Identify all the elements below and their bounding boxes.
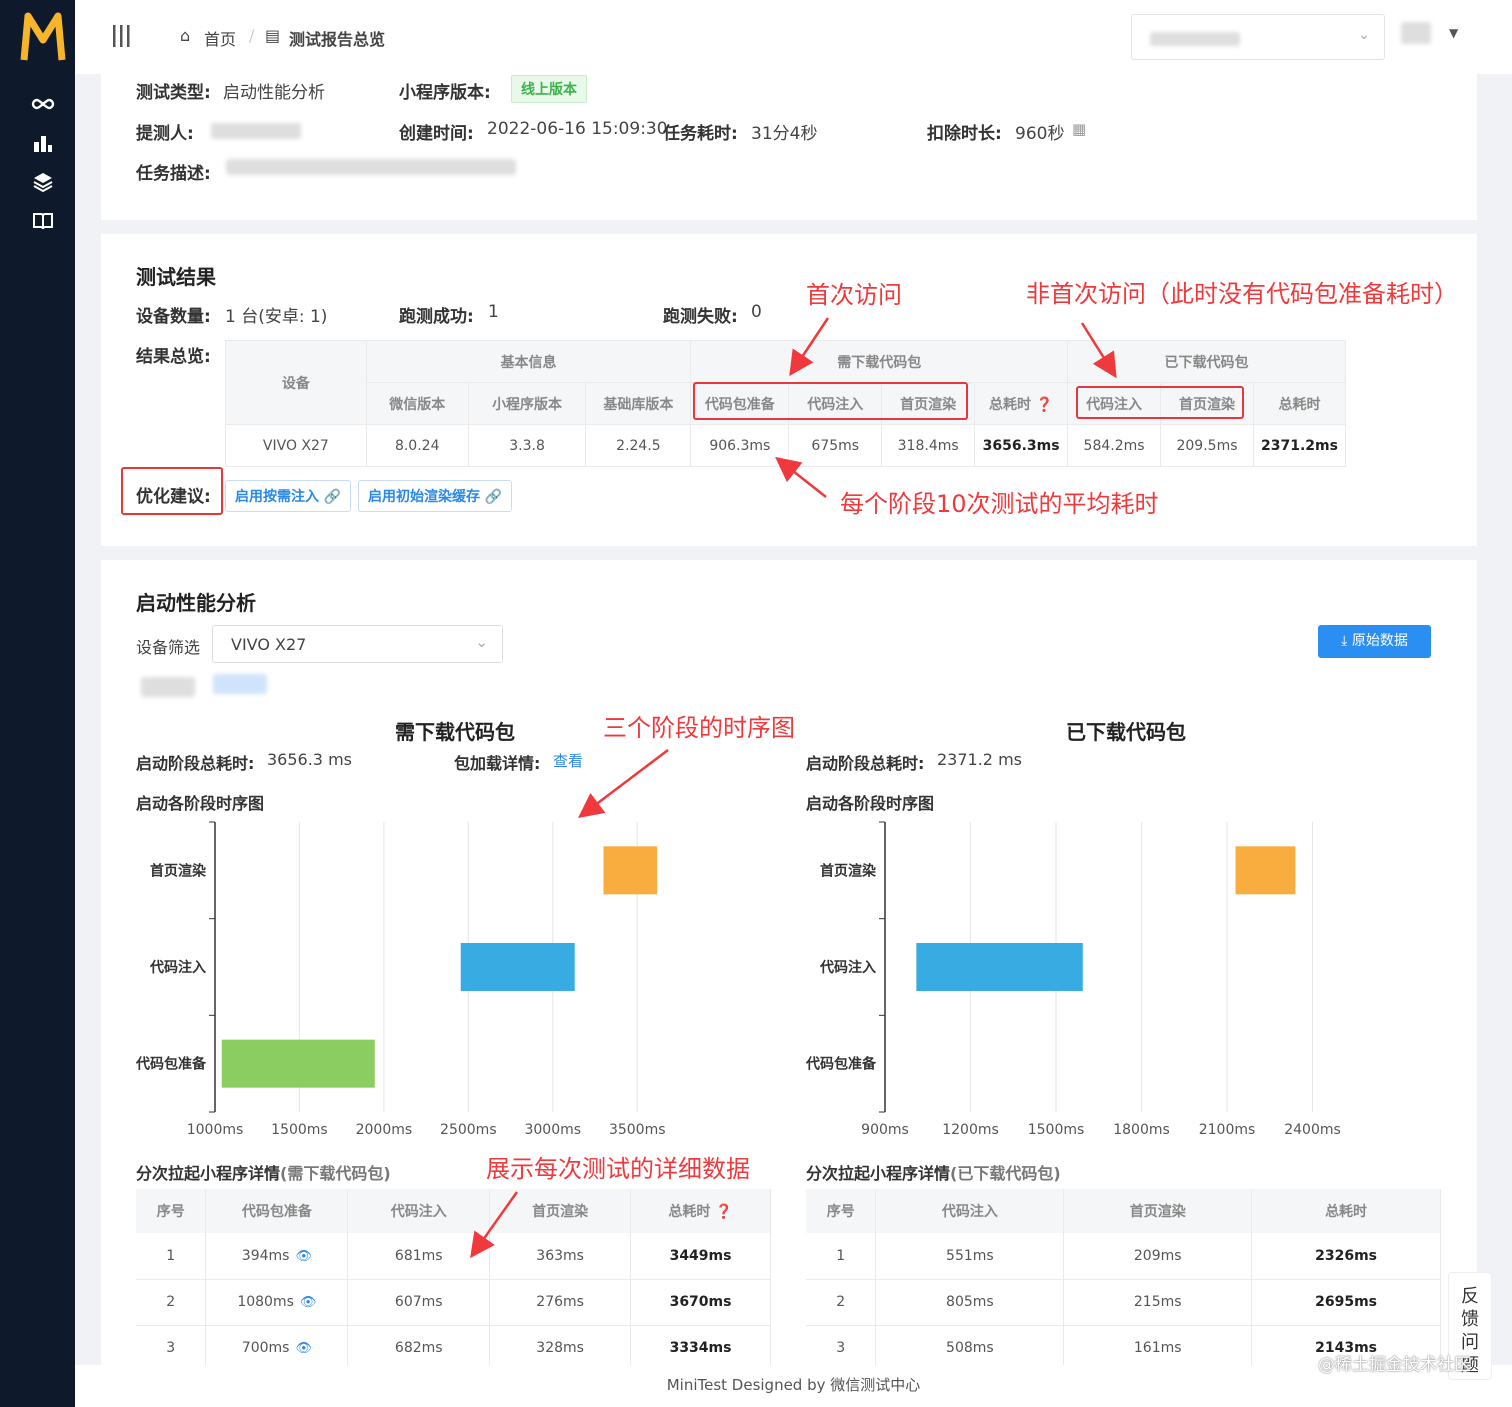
arrow-first-visit (789, 317, 830, 377)
arrow-timing (578, 749, 669, 819)
footer: MiniTest Designed by 微信测试中心 (75, 1365, 1512, 1407)
arrow-average (775, 456, 827, 498)
annotation-arrows (470, 317, 1117, 1259)
arrow-non-first (1080, 322, 1117, 379)
arrow-detail (470, 1191, 519, 1259)
watermark: @稀土掘金技术社区 (1318, 1355, 1471, 1375)
